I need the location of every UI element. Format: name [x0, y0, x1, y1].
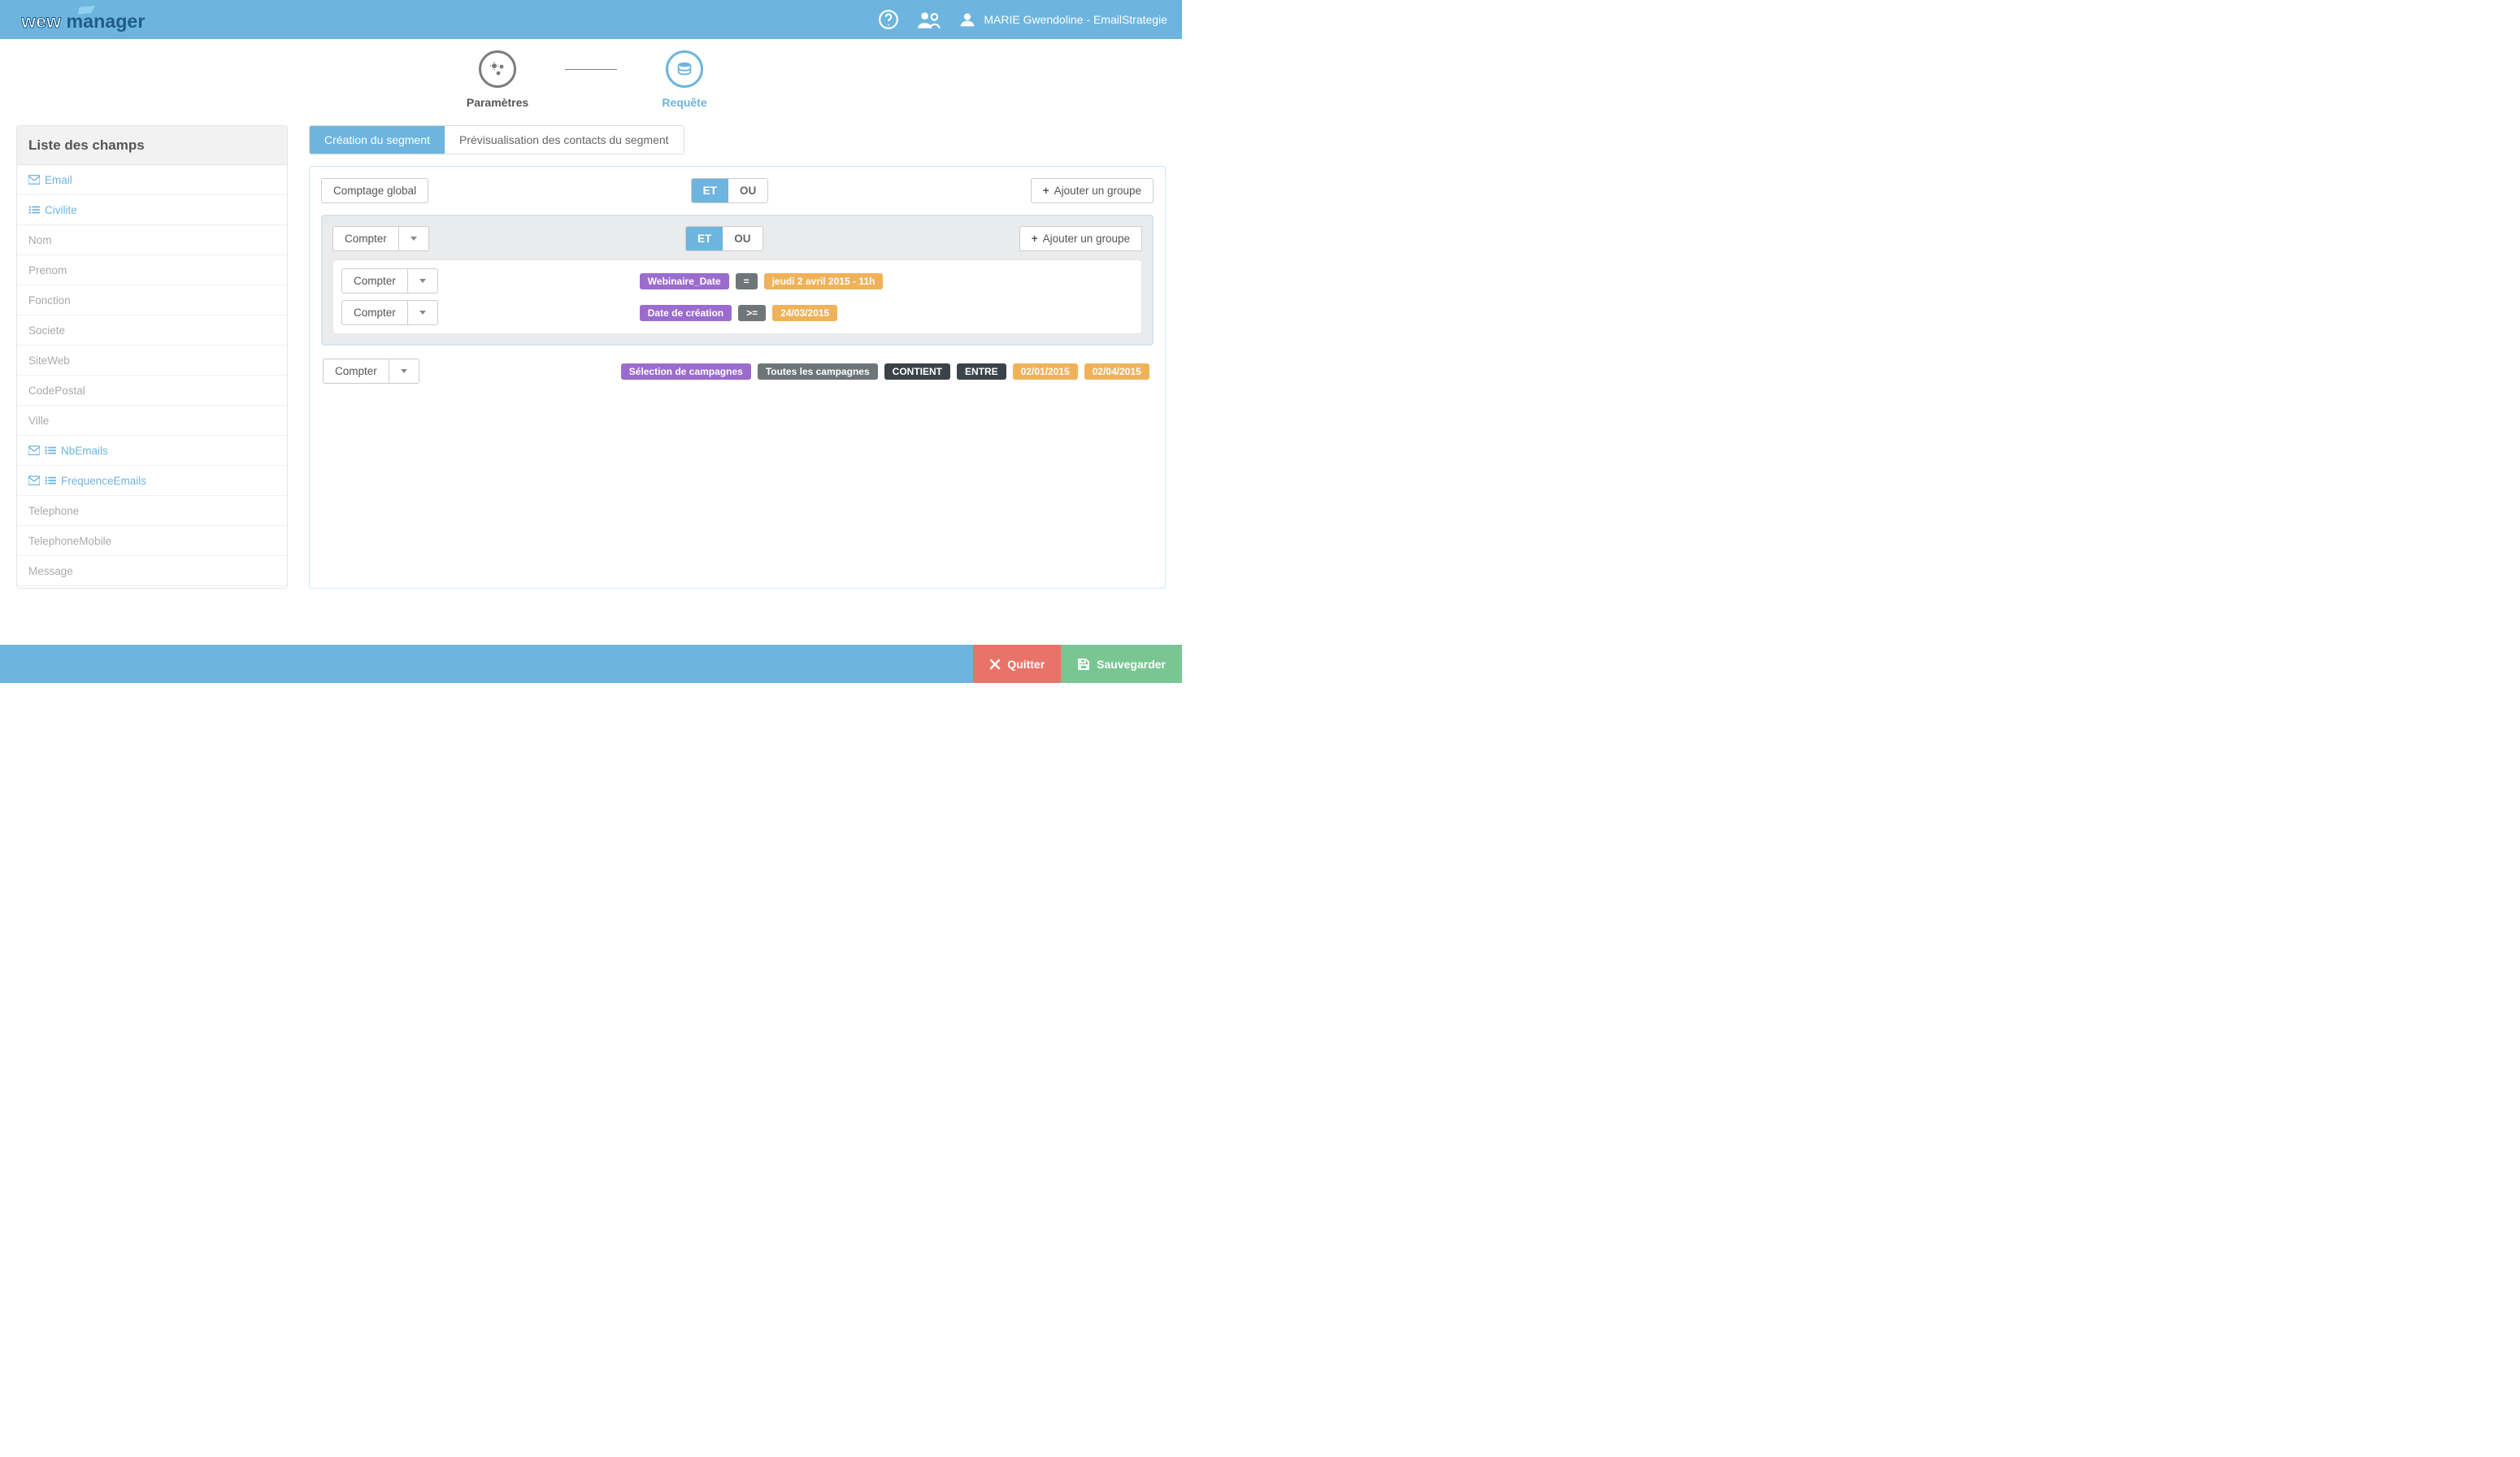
mail-icon — [28, 446, 40, 455]
caret-down-icon — [419, 311, 426, 315]
list-icon — [45, 476, 56, 485]
step-parametres[interactable]: Paramètres — [445, 50, 550, 109]
field-item-societe[interactable]: Societe — [17, 315, 287, 346]
users-icon[interactable] — [917, 9, 941, 30]
rule-2: Compter Date de création >= 24/03/2015 — [341, 300, 1133, 325]
step-requete[interactable]: Requête — [632, 50, 737, 109]
field-item-fonction[interactable]: Fonction — [17, 285, 287, 315]
tab-preview[interactable]: Prévisualisation des contacts du segment — [445, 126, 684, 154]
top-header: wew manager MARIE Gwendoline - EmailStra… — [0, 0, 1182, 39]
rule-field-tag[interactable]: Date de création — [640, 305, 732, 321]
logic-et[interactable]: ET — [692, 179, 728, 202]
caret-down-icon — [411, 237, 417, 241]
global-count-button[interactable]: Comptage global — [321, 178, 428, 203]
rule-op-tag[interactable]: = — [736, 273, 758, 289]
logic-toggle-root[interactable]: ET OU — [691, 178, 769, 203]
footer-bar: Quitter Sauvegarder — [0, 645, 1182, 683]
rule-box: Compter Webinaire_Date = jeudi 2 avril 2… — [332, 259, 1142, 334]
mail-icon — [28, 476, 40, 485]
save-button[interactable]: Sauvegarder — [1061, 645, 1182, 683]
count-dropdown[interactable] — [399, 226, 429, 251]
plus-icon: + — [1032, 233, 1038, 245]
builder-tabs: Création du segment Prévisualisation des… — [309, 125, 684, 154]
wizard-steps: Paramètres Requête — [0, 50, 1182, 109]
add-group-button-inner[interactable]: + Ajouter un groupe — [1019, 226, 1142, 251]
rule-group-1: Compter ET OU + Ajouter un groupe — [321, 215, 1154, 346]
plus-icon: + — [1043, 185, 1049, 197]
logic-ou[interactable]: OU — [728, 179, 767, 202]
field-item-civilite[interactable]: Civilite — [17, 195, 287, 225]
rule-date-from-tag[interactable]: 02/01/2015 — [1013, 363, 1078, 380]
step-connector — [565, 69, 617, 70]
field-item-nom[interactable]: Nom — [17, 225, 287, 255]
field-item-nbemails[interactable]: NbEmails — [17, 436, 287, 466]
rule-1: Compter Webinaire_Date = jeudi 2 avril 2… — [341, 268, 1133, 294]
rule-op-tag[interactable]: >= — [738, 305, 766, 321]
sidebar-title: Liste des champs — [17, 126, 287, 165]
user-label: MARIE Gwendoline - EmailStrategie — [984, 13, 1167, 26]
add-group-button-root[interactable]: + Ajouter un groupe — [1031, 178, 1154, 203]
rule-count-button[interactable]: Compter — [341, 300, 438, 325]
rule-value-tag[interactable]: 24/03/2015 — [772, 305, 837, 321]
caret-down-icon — [401, 369, 407, 373]
fields-sidebar: Liste des champs Email Civilite Nom Pren… — [16, 125, 288, 589]
close-icon — [989, 659, 1001, 670]
tab-creation[interactable]: Création du segment — [310, 126, 445, 154]
rule-3: Compter Sélection de campagnes Toutes le… — [321, 359, 1154, 384]
rule-contains-tag[interactable]: CONTIENT — [884, 363, 950, 380]
save-icon — [1077, 658, 1090, 671]
count-button-group[interactable]: Compter — [332, 226, 429, 251]
help-icon[interactable] — [878, 9, 899, 30]
quit-button[interactable]: Quitter — [973, 645, 1061, 683]
field-item-telephone[interactable]: Telephone — [17, 496, 287, 526]
rule-campaigns-tag[interactable]: Toutes les campagnes — [758, 363, 878, 380]
svg-text:wew: wew — [21, 11, 62, 32]
logic-toggle-inner[interactable]: ET OU — [685, 226, 763, 251]
fields-list[interactable]: Email Civilite Nom Prenom Fonction Socie… — [17, 165, 287, 588]
field-item-message[interactable]: Message — [17, 556, 287, 586]
list-icon — [45, 446, 56, 455]
field-item-ville[interactable]: Ville — [17, 406, 287, 436]
rule-date-to-tag[interactable]: 02/04/2015 — [1084, 363, 1149, 380]
field-item-telephonemobile[interactable]: TelephoneMobile — [17, 526, 287, 556]
rule-count-button[interactable]: Compter — [323, 359, 419, 384]
rule-count-button[interactable]: Compter — [341, 268, 438, 294]
field-item-siteweb[interactable]: SiteWeb — [17, 346, 287, 376]
field-item-frequenceemails[interactable]: FrequenceEmails — [17, 466, 287, 496]
rule-between-tag[interactable]: ENTRE — [957, 363, 1006, 380]
rule-field-tag[interactable]: Webinaire_Date — [640, 273, 729, 289]
user-menu[interactable]: MARIE Gwendoline - EmailStrategie — [959, 11, 1167, 28]
logo[interactable]: wew manager — [21, 4, 159, 35]
field-item-codepostal[interactable]: CodePostal — [17, 376, 287, 406]
field-item-email[interactable]: Email — [17, 165, 287, 195]
caret-down-icon — [419, 279, 426, 283]
rule-value-tag[interactable]: jeudi 2 avril 2015 - 11h — [764, 273, 884, 289]
field-item-prenom[interactable]: Prenom — [17, 255, 287, 285]
list-icon — [28, 205, 40, 215]
rule-field-tag[interactable]: Sélection de campagnes — [621, 363, 751, 380]
mail-icon — [28, 175, 40, 185]
query-panel: Comptage global ET OU + Ajouter un group… — [309, 166, 1166, 589]
